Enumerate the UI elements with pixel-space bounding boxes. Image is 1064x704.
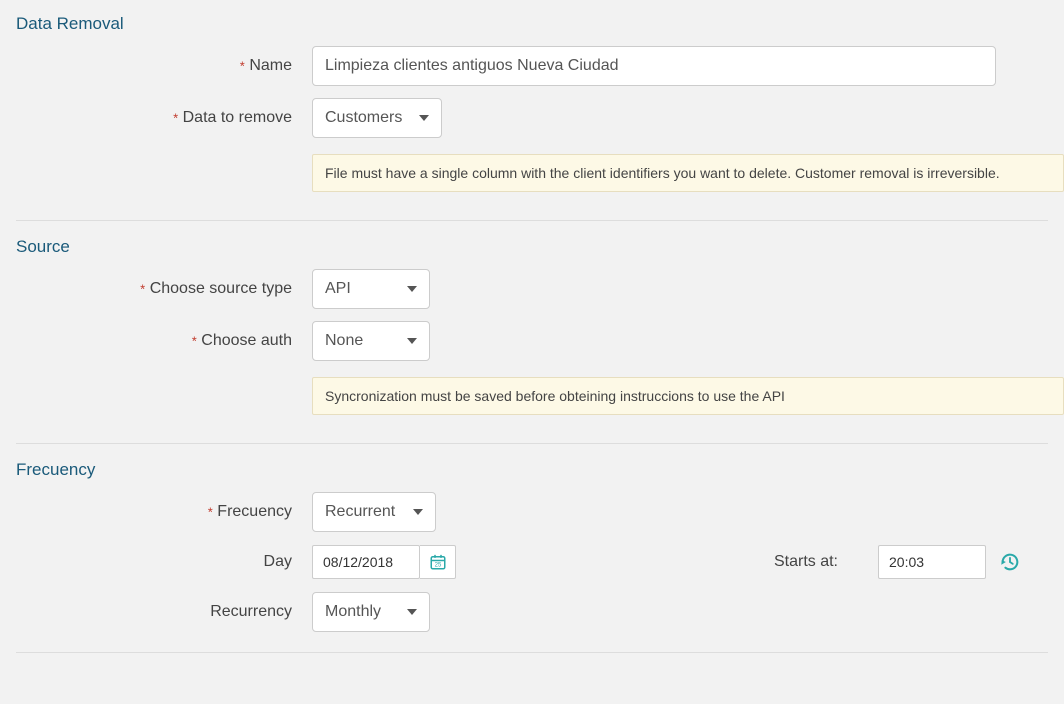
starts-at-group	[878, 545, 1028, 579]
day-label: Day	[264, 553, 292, 570]
required-marker: *	[192, 333, 197, 348]
data-to-remove-select[interactable]: Customers	[312, 98, 442, 138]
name-label-wrap: * Name	[0, 57, 312, 75]
svg-text:25: 25	[434, 563, 441, 569]
chevron-down-icon	[407, 609, 417, 615]
auth-value: None	[325, 332, 363, 350]
required-marker: *	[240, 58, 245, 73]
name-input[interactable]	[312, 46, 996, 86]
recurrency-label: Recurrency	[210, 603, 292, 620]
frequency-label: Frecuency	[217, 503, 292, 520]
starts-at-label: Starts at:	[774, 553, 838, 571]
calendar-button[interactable]: 25	[420, 545, 456, 579]
frequency-label-wrap: * Frecuency	[0, 503, 312, 521]
day-label-wrap: Day	[0, 553, 312, 571]
day-input[interactable]	[312, 545, 420, 579]
chevron-down-icon	[407, 338, 417, 344]
frequency-select[interactable]: Recurrent	[312, 492, 436, 532]
source-type-label-wrap: * Choose source type	[0, 280, 312, 298]
auth-label-wrap: * Choose auth	[0, 332, 312, 350]
divider	[16, 220, 1048, 221]
chevron-down-icon	[413, 509, 423, 515]
day-group: 25	[312, 545, 456, 579]
frequency-value: Recurrent	[325, 503, 395, 521]
source-type-label: Choose source type	[150, 280, 292, 297]
source-type-select[interactable]: API	[312, 269, 430, 309]
starts-at-input[interactable]	[878, 545, 986, 579]
required-marker: *	[208, 504, 213, 519]
recurrency-select[interactable]: Monthly	[312, 592, 430, 632]
data-removal-notice: File must have a single column with the …	[312, 154, 1064, 192]
time-refresh-button[interactable]	[992, 545, 1028, 579]
clock-refresh-icon	[999, 551, 1021, 573]
chevron-down-icon	[407, 286, 417, 292]
chevron-down-icon	[419, 115, 429, 121]
divider	[16, 443, 1048, 444]
data-to-remove-label: Data to remove	[183, 109, 292, 126]
recurrency-label-wrap: Recurrency	[0, 603, 312, 621]
source-type-value: API	[325, 280, 351, 298]
data-to-remove-value: Customers	[325, 109, 402, 127]
auth-label: Choose auth	[201, 332, 292, 349]
name-label: Name	[249, 57, 292, 74]
required-marker: *	[173, 110, 178, 125]
auth-select[interactable]: None	[312, 321, 430, 361]
section-title-data-removal: Data Removal	[0, 8, 1064, 40]
data-to-remove-label-wrap: * Data to remove	[0, 109, 312, 127]
divider	[16, 652, 1048, 653]
source-notice: Syncronization must be saved before obte…	[312, 377, 1064, 415]
recurrency-value: Monthly	[325, 603, 381, 621]
calendar-icon: 25	[429, 553, 447, 571]
section-title-frequency: Frecuency	[0, 454, 1064, 486]
required-marker: *	[140, 281, 145, 296]
section-title-source: Source	[0, 231, 1064, 263]
